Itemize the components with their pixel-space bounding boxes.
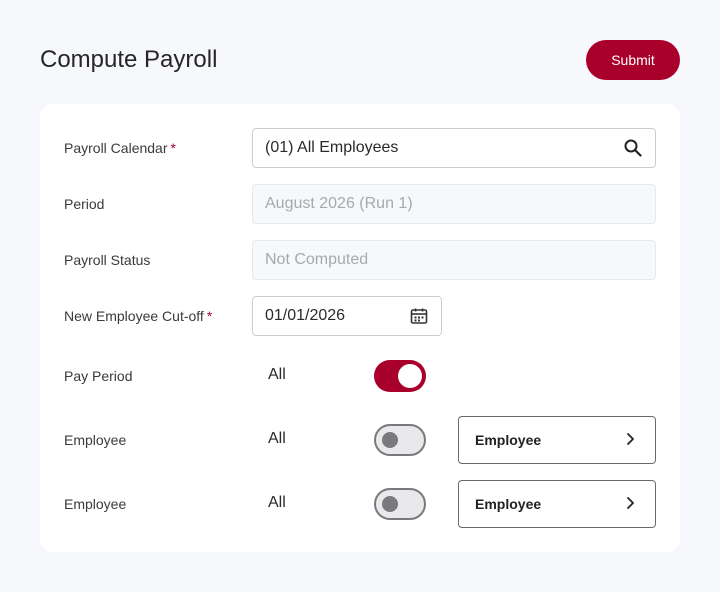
employee-all-text: All bbox=[268, 494, 286, 511]
period-field: August 2026 (Run 1) bbox=[252, 184, 656, 224]
toggle-knob bbox=[382, 496, 398, 512]
period-value: August 2026 (Run 1) bbox=[265, 195, 413, 212]
employee-toggle[interactable] bbox=[374, 424, 426, 456]
payroll-calendar-value: (01) All Employees bbox=[265, 139, 399, 156]
employee-button-label: Employee bbox=[475, 496, 542, 512]
employee-select-button[interactable]: Employee bbox=[458, 480, 656, 528]
payroll-status-value: Not Computed bbox=[265, 251, 369, 268]
pay-period-toggle[interactable] bbox=[374, 360, 426, 392]
employee-toggle[interactable] bbox=[374, 488, 426, 520]
employee-select-button[interactable]: Employee bbox=[458, 416, 656, 464]
pay-period-all-text: All bbox=[268, 366, 286, 383]
pay-period-label: Pay Period bbox=[64, 368, 133, 384]
page-title: Compute Payroll bbox=[40, 46, 218, 73]
employee-all-text: All bbox=[268, 430, 286, 447]
employee-button-label: Employee bbox=[475, 432, 542, 448]
payroll-calendar-field[interactable]: (01) All Employees bbox=[252, 128, 656, 168]
submit-button[interactable]: Submit bbox=[586, 40, 680, 80]
payroll-form-card: Payroll Calendar * (01) All Employees Per… bbox=[40, 104, 680, 552]
chevron-right-icon bbox=[625, 496, 635, 513]
cutoff-label: New Employee Cut-off * bbox=[64, 308, 213, 324]
cutoff-date-field[interactable]: 01/01/2026 bbox=[252, 296, 442, 336]
employee-label: Employee bbox=[64, 496, 127, 512]
chevron-right-icon bbox=[625, 432, 635, 449]
payroll-status-label: Payroll Status bbox=[64, 252, 151, 268]
period-label: Period bbox=[64, 196, 105, 212]
toggle-knob bbox=[382, 432, 398, 448]
employee-label: Employee bbox=[64, 432, 127, 448]
required-mark: * bbox=[206, 308, 213, 324]
search-icon[interactable] bbox=[623, 138, 643, 158]
toggle-knob bbox=[398, 364, 422, 388]
payroll-status-field: Not Computed bbox=[252, 240, 656, 280]
required-mark: * bbox=[170, 140, 176, 156]
cutoff-date-value: 01/01/2026 bbox=[265, 307, 346, 324]
payroll-calendar-label: Payroll Calendar * bbox=[64, 140, 176, 156]
calendar-icon[interactable] bbox=[409, 306, 429, 326]
